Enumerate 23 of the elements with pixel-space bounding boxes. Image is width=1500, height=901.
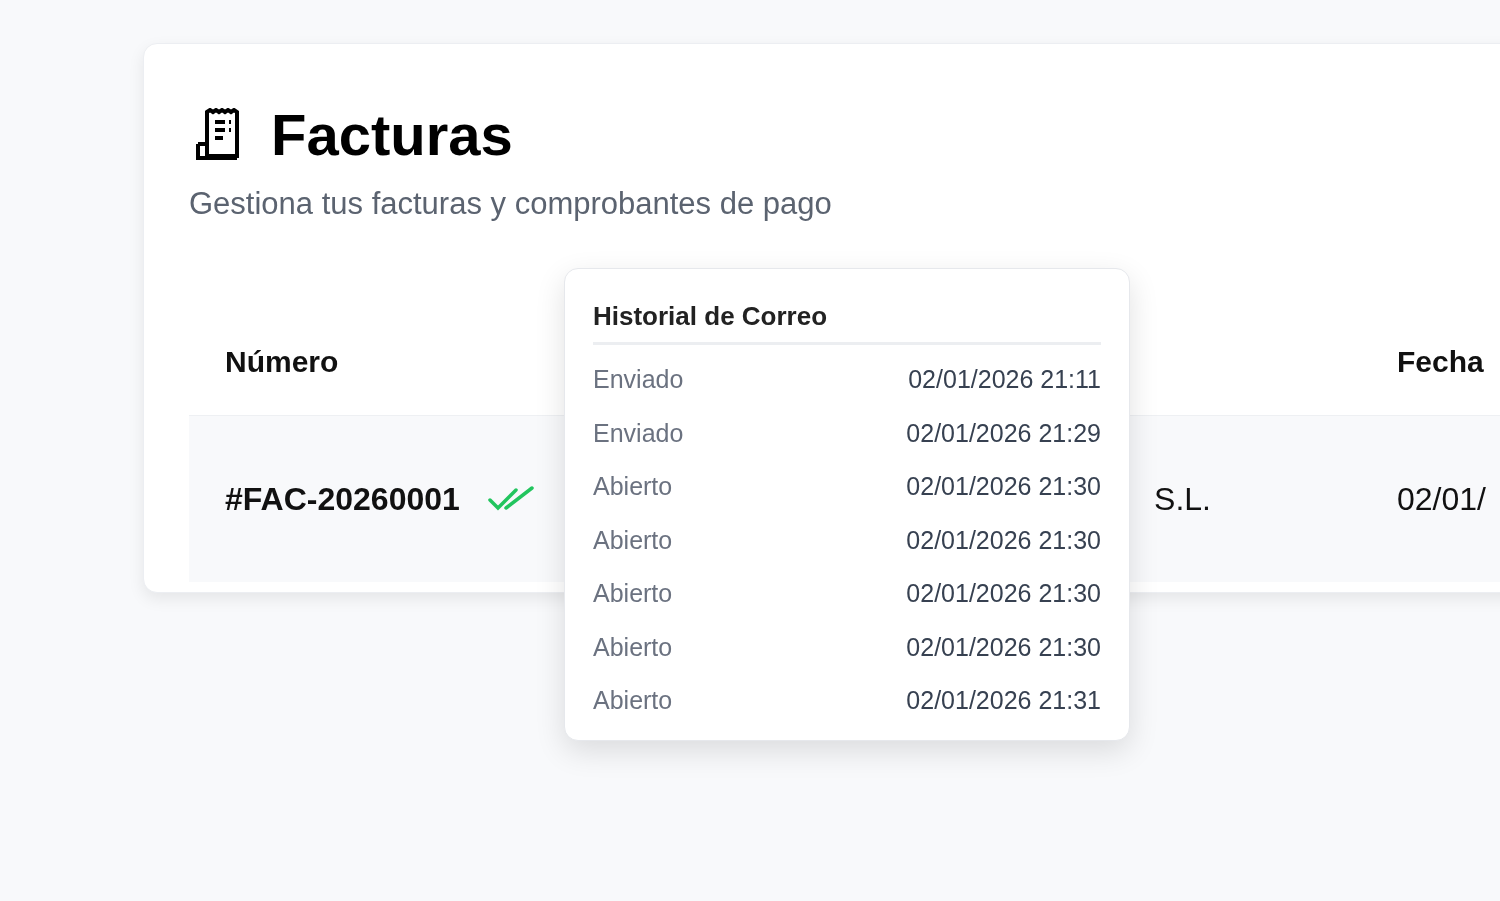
event-time: 02/01/2026 21:29 (906, 418, 1101, 448)
event-status: Abierto (593, 579, 673, 609)
column-header: Fecha (1397, 344, 1484, 379)
table-cell: S.L. (1154, 480, 1211, 518)
event-time: 02/01/2026 21:31 (906, 686, 1101, 716)
double-check-icon (487, 486, 534, 512)
event-status: Abierto (593, 525, 673, 555)
event-time: 02/01/2026 21:30 (906, 632, 1101, 662)
event-time: 02/01/2026 21:30 (906, 472, 1101, 502)
event-status: Abierto (593, 686, 673, 716)
event-time: 02/01/2026 21:30 (906, 579, 1101, 609)
event-status: Abierto (593, 632, 673, 662)
event-time: 02/01/2026 21:11 (908, 365, 1101, 395)
popover-title: Historial de Correo (593, 301, 1101, 345)
event-status: Enviado (593, 418, 684, 448)
event-status: Enviado (593, 365, 684, 395)
column-header: Número (225, 344, 339, 379)
event-status: Abierto (593, 472, 673, 502)
table-cell: 02/01/ (1397, 480, 1486, 518)
table-cell: #FAC-20260001 (225, 480, 460, 518)
page-title: Facturas (271, 106, 513, 164)
page-subtitle: Gestiona tus facturas y comprobantes de pago (189, 186, 833, 222)
event-time: 02/01/2026 21:30 (906, 525, 1101, 555)
